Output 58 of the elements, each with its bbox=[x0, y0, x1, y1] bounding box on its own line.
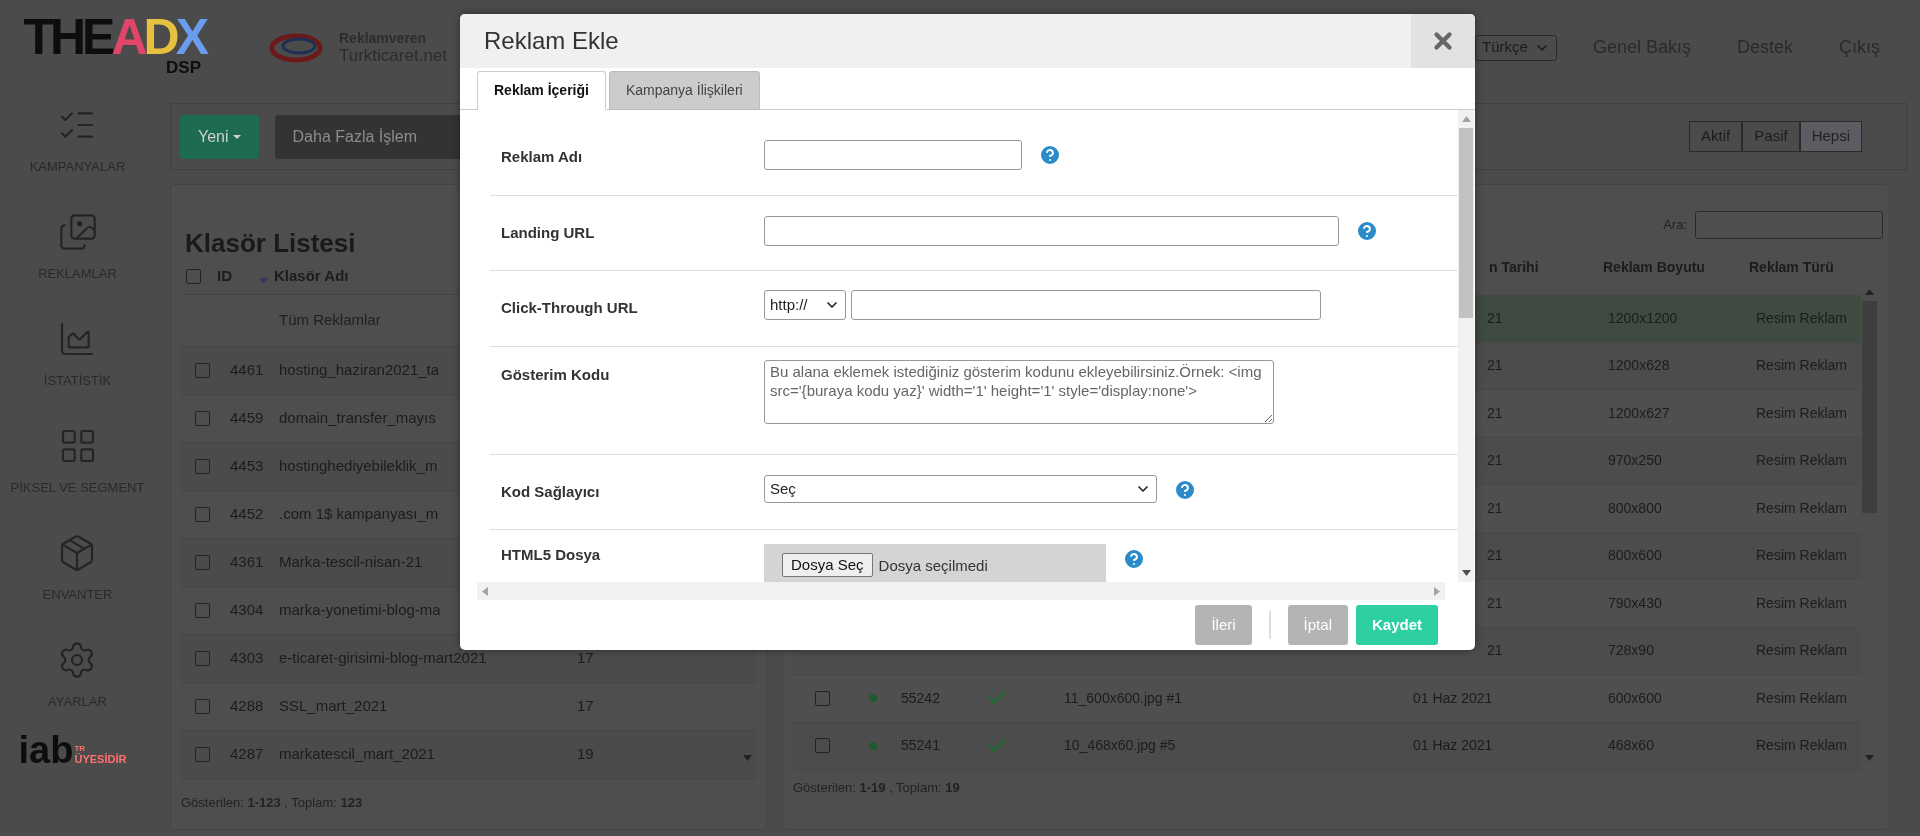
help-icon[interactable] bbox=[1355, 219, 1379, 243]
provider-select[interactable]: Seç bbox=[764, 475, 1157, 503]
dialog-button[interactable]: İleri bbox=[1195, 605, 1252, 645]
text-field[interactable] bbox=[764, 140, 1022, 170]
membership-label: ÜYESİDİR bbox=[74, 753, 127, 765]
checkbox[interactable] bbox=[186, 269, 201, 284]
scroll-right-icon[interactable] bbox=[1434, 586, 1440, 596]
scroll-left-icon[interactable] bbox=[482, 586, 488, 596]
logo-subtitle: DSP bbox=[166, 59, 201, 76]
images-icon bbox=[57, 212, 98, 252]
checkbox[interactable] bbox=[195, 555, 210, 570]
checkbox[interactable] bbox=[195, 747, 210, 762]
checkbox[interactable] bbox=[195, 363, 210, 378]
scroll-up-icon[interactable] bbox=[1461, 116, 1471, 122]
protocol-select[interactable]: http:// bbox=[764, 290, 846, 320]
checkbox[interactable] bbox=[195, 603, 210, 618]
checkbox[interactable] bbox=[815, 690, 830, 706]
scroll-up-icon[interactable] bbox=[1864, 289, 1874, 295]
close-button[interactable] bbox=[1411, 14, 1475, 68]
url-field[interactable] bbox=[851, 290, 1321, 320]
help-icon[interactable] bbox=[1122, 547, 1146, 571]
scroll-down-icon bbox=[1865, 755, 1874, 761]
new-button[interactable]: Yeni bbox=[180, 114, 259, 159]
checkbox[interactable] bbox=[195, 699, 210, 714]
field-label: HTML5 Dosya bbox=[500, 545, 602, 565]
search-field[interactable] bbox=[1695, 211, 1883, 239]
scroll-down-icon bbox=[743, 755, 752, 761]
help-icon[interactable] bbox=[1038, 143, 1062, 167]
scroll-down-icon[interactable] bbox=[1461, 570, 1471, 576]
filter-button[interactable]: Hepsi bbox=[1799, 121, 1862, 152]
logo-text: THE bbox=[23, 13, 112, 60]
checkbox[interactable] bbox=[195, 411, 210, 426]
field-label: Kod Sağlayıcı bbox=[500, 482, 601, 502]
help-icon[interactable] bbox=[1173, 478, 1197, 502]
checkbox[interactable] bbox=[195, 651, 210, 666]
url-field[interactable] bbox=[764, 216, 1339, 246]
logo-text: D bbox=[143, 13, 176, 60]
dialog-button[interactable]: İptal bbox=[1287, 605, 1348, 645]
iab-logo-text: iab bbox=[18, 731, 74, 769]
logo[interactable]: THEADX DSP bbox=[25, 13, 205, 76]
tab[interactable]: Kampanya İlişkileri bbox=[608, 71, 760, 110]
checkbox[interactable] bbox=[195, 459, 210, 474]
logo-text: X bbox=[175, 13, 205, 60]
field-label: Gösterim Kodu bbox=[500, 365, 611, 385]
sort-icon bbox=[259, 277, 268, 284]
code-textarea[interactable]: Bu alana eklemek istediğiniz gösterim kodunu ekleyebilirsiniz.Örnek: <img src='{buraya kodu yaz}' width='1' height='1' style='display:none'> bbox=[764, 360, 1274, 424]
modal-title: Reklam Ekle bbox=[483, 26, 620, 56]
logo-text: A bbox=[111, 13, 144, 60]
country-tag: TR bbox=[74, 744, 127, 753]
choose-file-button[interactable]: Dosya Seç bbox=[782, 553, 873, 577]
file-status: Dosya seçilmedi bbox=[878, 556, 988, 576]
field-label: Click-Through URL bbox=[500, 298, 639, 318]
checkbox[interactable] bbox=[195, 507, 210, 522]
field-label: Landing URL bbox=[500, 223, 596, 243]
tab[interactable]: Reklam İçeriği bbox=[477, 71, 606, 110]
checkbox[interactable] bbox=[815, 738, 830, 754]
dialog-button[interactable]: Kaydet bbox=[1355, 605, 1438, 645]
scroll-thumb[interactable] bbox=[1459, 128, 1473, 318]
